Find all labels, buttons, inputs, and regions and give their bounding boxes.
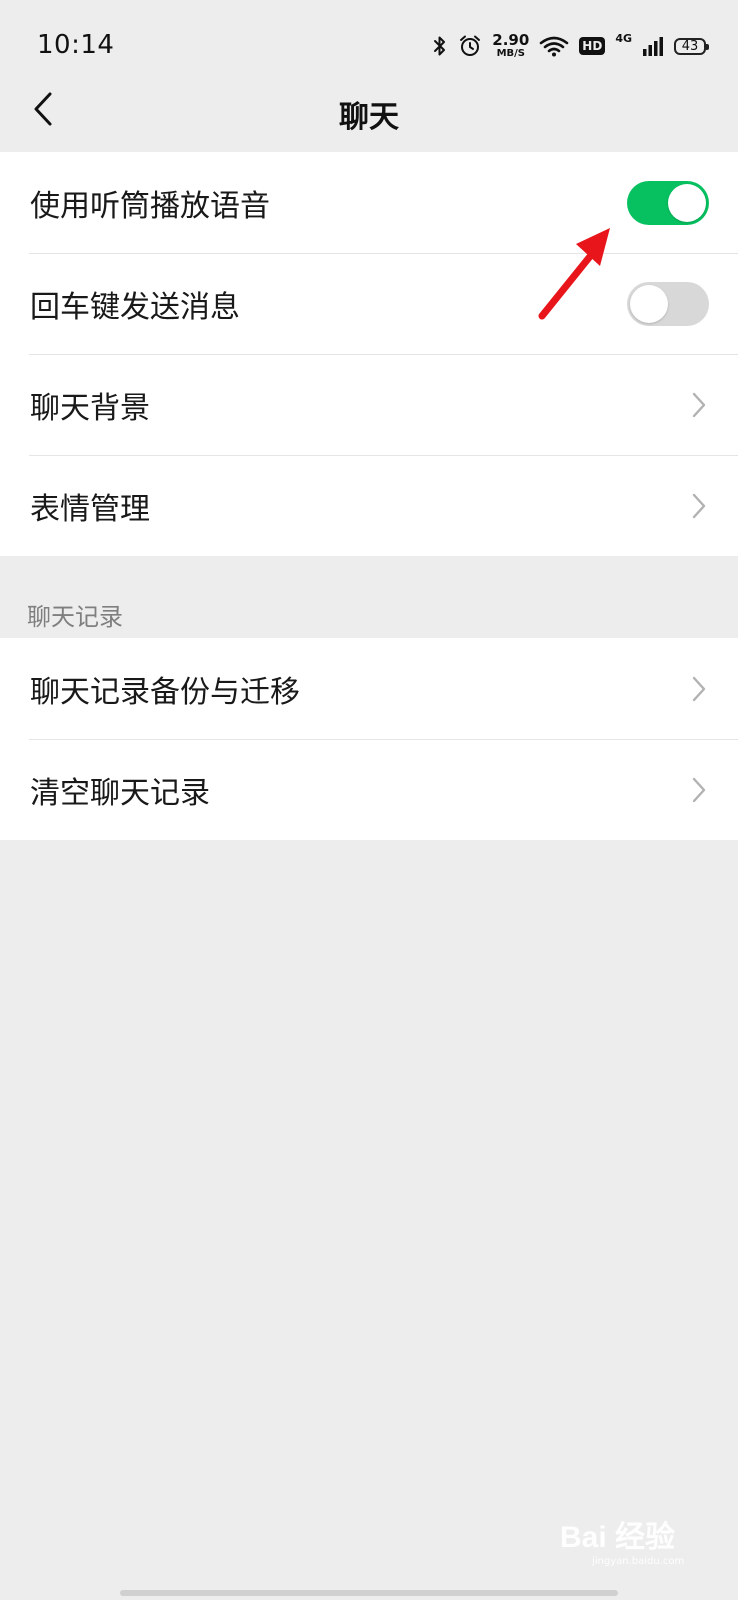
toggle-knob (630, 284, 668, 323)
net-speed-value: 2.90 (492, 31, 530, 49)
watermark-subtext: jingyan.baidu.com (592, 1556, 685, 1567)
setting-label: 表情管理 (30, 491, 150, 527)
annotation-arrow-icon (538, 228, 610, 320)
battery-level: 43 (681, 38, 699, 54)
setting-row-backup-migrate[interactable]: 聊天记录备份与迁移 (0, 638, 738, 739)
alarm-icon (458, 34, 482, 58)
home-indicator[interactable] (120, 1590, 618, 1596)
setting-row-clear-history[interactable]: 清空聊天记录 (0, 739, 738, 840)
nav-bar: 聊天 (0, 70, 738, 152)
setting-label: 回车键发送消息 (30, 289, 240, 325)
net-speed: 2.90 MB/S (492, 33, 529, 59)
watermark-text: Bai 经验 (560, 1521, 676, 1554)
setting-label: 清空聊天记录 (30, 775, 210, 811)
setting-label: 使用听筒播放语音 (30, 188, 270, 224)
wifi-icon (539, 35, 569, 57)
setting-row-chat-background[interactable]: 聊天背景 (0, 354, 738, 455)
settings-group-chat-history: 聊天记录备份与迁移 清空聊天记录 (0, 638, 738, 840)
net-speed-unit: MB/S (496, 48, 525, 59)
earpiece-voice-toggle[interactable] (627, 180, 709, 225)
chevron-right-icon (692, 392, 706, 417)
section-header-chat-history: 聊天记录 (27, 603, 123, 631)
status-icons: 2.90 MB/S HD 4G 43 (432, 30, 709, 62)
hd-badge: HD (579, 37, 606, 55)
setting-row-sticker-management[interactable]: 表情管理 (0, 455, 738, 556)
chevron-right-icon (692, 777, 706, 802)
battery-indicator: 43 (674, 37, 709, 55)
setting-label: 聊天背景 (30, 390, 150, 426)
enter-send-toggle[interactable] (627, 281, 709, 326)
signal-icon (642, 35, 664, 57)
toggle-knob (668, 183, 706, 222)
network-type: 4G (615, 31, 632, 45)
bluetooth-icon (432, 34, 448, 58)
status-time: 10:14 (37, 30, 115, 60)
page-title: 聊天 (339, 100, 399, 135)
chevron-right-icon (692, 493, 706, 518)
chevron-right-icon (692, 676, 706, 701)
setting-label: 聊天记录备份与迁移 (30, 674, 300, 710)
